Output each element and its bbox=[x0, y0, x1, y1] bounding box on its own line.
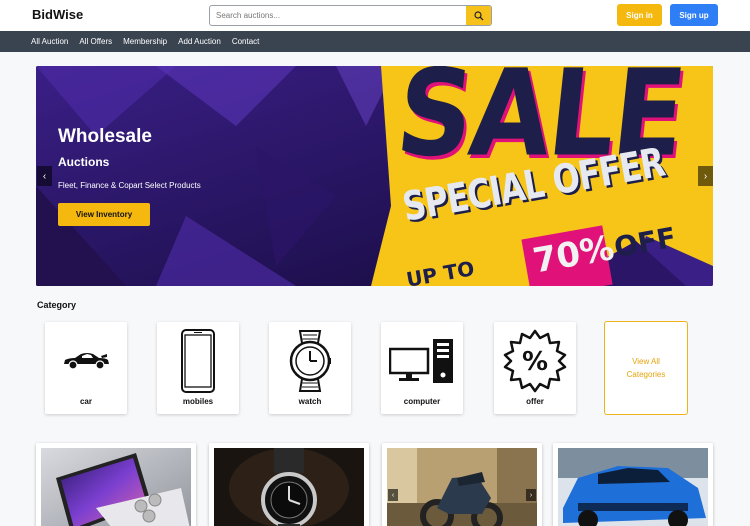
category-watch[interactable]: watch bbox=[269, 322, 351, 414]
sign-in-button[interactable]: Sign in bbox=[617, 4, 662, 26]
sign-up-button[interactable]: Sign up bbox=[670, 4, 718, 26]
hero-description: Fleet, Finance & Copart Select Products bbox=[58, 181, 201, 190]
view-inventory-button[interactable]: View Inventory bbox=[58, 203, 150, 226]
product-card[interactable] bbox=[36, 443, 196, 526]
category-heading: Category bbox=[37, 300, 77, 310]
site-logo[interactable]: BidWise bbox=[32, 7, 83, 22]
top-header: BidWise Sign in Sign up bbox=[0, 0, 750, 31]
car-icon bbox=[64, 353, 109, 370]
main-nav: All Auction All Offers Membership Add Au… bbox=[0, 31, 750, 52]
mobile-icon bbox=[181, 329, 215, 393]
view-all-label-line2: Categories bbox=[626, 370, 666, 379]
category-label: offer bbox=[526, 397, 544, 406]
category-label: car bbox=[79, 397, 92, 406]
nav-membership[interactable]: Membership bbox=[123, 37, 167, 46]
carousel-prev-button[interactable]: ‹ bbox=[37, 166, 52, 186]
nav-all-auction[interactable]: All Auction bbox=[31, 37, 68, 46]
view-all-label-line1: View All bbox=[632, 357, 660, 366]
search-bar bbox=[209, 5, 492, 26]
category-label: computer bbox=[403, 397, 441, 406]
nav-all-offers[interactable]: All Offers bbox=[79, 37, 112, 46]
category-offer[interactable]: % offer bbox=[494, 322, 576, 414]
hero-title: Wholesale bbox=[58, 126, 152, 147]
nav-contact[interactable]: Contact bbox=[232, 37, 260, 46]
search-icon bbox=[473, 10, 483, 20]
svg-text:%: % bbox=[522, 347, 548, 377]
smartphones-image bbox=[41, 448, 191, 526]
view-all-categories-button[interactable]: View All Categories bbox=[604, 321, 688, 415]
product-card[interactable]: ‹ › bbox=[382, 443, 542, 526]
category-car[interactable]: car bbox=[45, 322, 127, 414]
category-mobiles[interactable]: mobiles bbox=[157, 322, 239, 414]
motorcycle-image bbox=[387, 448, 537, 526]
wristwatch-image bbox=[214, 448, 364, 526]
search-input[interactable] bbox=[210, 6, 468, 25]
category-label: watch bbox=[298, 397, 322, 406]
product-card[interactable] bbox=[553, 443, 713, 526]
card-prev-button[interactable]: ‹ bbox=[388, 489, 398, 501]
product-card[interactable] bbox=[209, 443, 369, 526]
blue-sports-car-image bbox=[558, 448, 708, 526]
nav-add-auction[interactable]: Add Auction bbox=[178, 37, 221, 46]
chevron-left-icon: ‹ bbox=[42, 170, 47, 182]
hero-subtitle: Auctions bbox=[58, 155, 110, 169]
watch-icon bbox=[289, 330, 331, 392]
computer-icon bbox=[389, 339, 453, 383]
card-next-button[interactable]: › bbox=[526, 489, 536, 501]
category-label: mobiles bbox=[182, 397, 214, 406]
carousel-next-button[interactable]: › bbox=[698, 166, 713, 186]
hero-carousel: SALE SPECIAL OFFER 70% OFF UP TO Wholesa… bbox=[36, 66, 713, 286]
search-button[interactable] bbox=[466, 6, 491, 25]
chevron-right-icon: › bbox=[703, 170, 708, 182]
category-computer[interactable]: computer bbox=[381, 322, 463, 414]
offer-badge-icon: % bbox=[503, 329, 567, 393]
